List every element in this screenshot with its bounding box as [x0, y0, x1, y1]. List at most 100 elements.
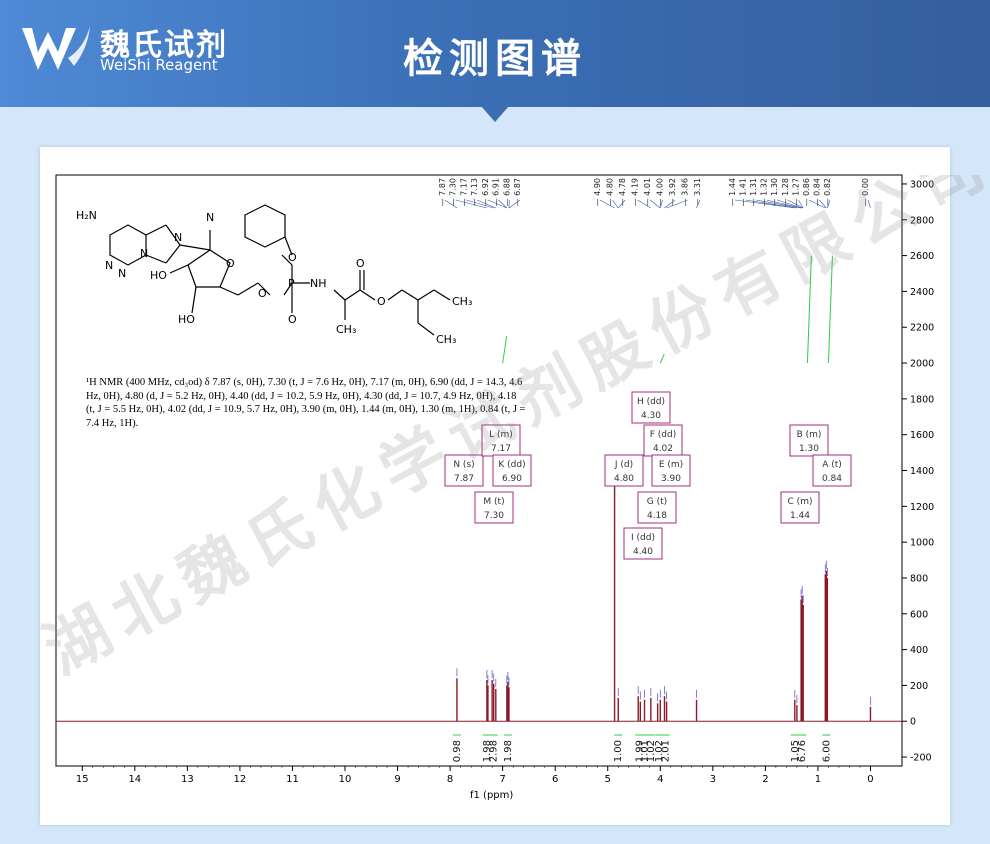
multiplet-value: 0.84 — [822, 474, 842, 484]
x-tick-label: 7 — [499, 774, 505, 785]
peak-shift-label: — 0.84 — [812, 178, 821, 206]
x-tick-label: 4 — [657, 774, 663, 785]
peak-shift-label: — 6.91 — [492, 178, 501, 206]
multiplet-value: 7.30 — [484, 511, 504, 521]
peak-shift-label: — 6.88 — [502, 178, 511, 206]
multiplet-box: B (m) 1.30 — [789, 424, 829, 457]
peak-shift-label: — 6.92 — [481, 178, 490, 206]
multiplet-box: A (t) 0.84 — [812, 454, 852, 487]
x-tick-label: 0 — [867, 774, 873, 785]
x-tick-label: 1 — [815, 774, 821, 785]
y-tick-label: 2400 — [910, 287, 934, 298]
x-tick-label: 9 — [394, 774, 400, 785]
integral-value: 2.01 — [661, 740, 672, 762]
multiplet-value: 1.44 — [790, 511, 810, 521]
x-tick-label: 12 — [234, 774, 247, 785]
x-tick-label: 10 — [339, 774, 352, 785]
multiplet-value: 4.80 — [614, 474, 634, 484]
multiplet-box: J (d) 4.80 — [604, 454, 644, 487]
multiplet-value: 1.30 — [799, 444, 819, 454]
multiplet-label: J (d) — [614, 460, 633, 470]
peak-shift-label: — 4.01 — [643, 178, 652, 206]
multiplet-box: N (s) 7.87 — [444, 454, 484, 487]
peak-shift-label: — 1.31 — [749, 178, 758, 206]
y-tick-label: 1000 — [910, 538, 934, 549]
multiplet-label: I (dd) — [631, 533, 655, 543]
peak-shift-label: — 1.41 — [739, 178, 748, 206]
peak-shift-label: — 1.32 — [760, 178, 769, 206]
y-tick-label: 0 — [910, 717, 916, 728]
y-tick-label: 2200 — [910, 323, 934, 334]
multiplet-value: 7.17 — [491, 444, 511, 454]
integral-value: 6.00 — [821, 740, 832, 762]
multiplet-box: H (dd) 4.30 — [631, 391, 671, 424]
multiplet-box: I (dd) 4.40 — [623, 527, 663, 560]
y-tick-label: 400 — [910, 645, 928, 656]
x-axis-label: f1 (ppm) — [470, 790, 513, 801]
multiplet-label: L (m) — [489, 430, 513, 440]
integral-value: 1.98 — [503, 740, 514, 762]
multiplet-label: A (t) — [822, 460, 842, 470]
multiplet-box: M (t) 7.30 — [474, 491, 514, 524]
multiplet-box: F (dd) 4.02 — [643, 424, 683, 457]
multiplet-label: M (t) — [483, 497, 504, 507]
y-tick-label: 2600 — [910, 251, 934, 262]
y-tick-label: 200 — [910, 681, 928, 692]
peak-shift-label: — 7.30 — [449, 178, 458, 206]
y-tick-label: 1800 — [910, 394, 934, 405]
peak-shift-label: — 3.31 — [693, 178, 702, 206]
y-tick-label: 2000 — [910, 359, 934, 370]
integral-value: 6.76 — [797, 740, 808, 762]
multiplet-label: F (dd) — [650, 430, 677, 440]
multiplet-value: 4.02 — [653, 444, 673, 454]
multiplet-label: H (dd) — [637, 397, 665, 407]
multiplet-box: C (m) 1.44 — [780, 491, 820, 524]
peak-shift-label: — 4.19 — [631, 178, 640, 206]
x-tick-label: 6 — [552, 774, 558, 785]
y-tick-label: 1200 — [910, 502, 934, 513]
y-tick-label: -200 — [910, 753, 932, 764]
multiplet-value: 4.18 — [647, 511, 667, 521]
integral-curve — [827, 255, 833, 364]
y-tick-label: 1400 — [910, 466, 934, 477]
integral-value: 0.98 — [452, 740, 463, 762]
peak-shift-label: — 7.13 — [470, 178, 479, 206]
y-tick-label: 1600 — [910, 430, 934, 441]
integral-curve — [659, 353, 665, 364]
multiplet-label: K (dd) — [498, 460, 525, 470]
peak-shift-label: — 4.90 — [593, 178, 602, 206]
multiplet-box: G (t) 4.18 — [637, 491, 677, 524]
multiplet-label: N (s) — [453, 460, 474, 470]
multiplet-value: 4.30 — [641, 411, 661, 421]
y-tick-label: 3000 — [910, 179, 934, 190]
x-tick-label: 8 — [447, 774, 453, 785]
multiplet-box: E (m) 3.90 — [651, 454, 691, 487]
x-tick-label: 13 — [181, 774, 194, 785]
multiplet-value: 3.90 — [661, 474, 681, 484]
y-tick-label: 2800 — [910, 215, 934, 226]
multiplet-label: E (m) — [659, 460, 683, 470]
x-tick-label: 5 — [605, 774, 611, 785]
x-tick-label: 2 — [762, 774, 768, 785]
peak-shift-label: — 1.28 — [781, 178, 790, 206]
x-tick-label: 11 — [286, 774, 299, 785]
multiplet-value: 6.90 — [502, 474, 522, 484]
y-tick-label: 800 — [910, 573, 928, 584]
multiplet-label: C (m) — [788, 497, 813, 507]
integral-value: 2.98 — [489, 740, 500, 762]
integral-value: 1.00 — [613, 740, 624, 762]
x-tick-label: 15 — [76, 774, 89, 785]
nmr-spectrum-chart: 15 14 13 12 11 10 9 8 7 6 5 4 3 2 1 0300028002600240022… — [55, 174, 934, 801]
multiplet-box: L (m) 7.17 — [481, 424, 521, 457]
peak-shift-label: — 0.86 — [802, 178, 811, 206]
peak-shift-label: — 4.00 — [656, 178, 665, 206]
y-tick-label: 600 — [910, 609, 928, 620]
multiplet-box: K (dd) 6.90 — [492, 454, 532, 487]
peak-shift-label: — 7.17 — [459, 178, 468, 206]
integral-curve — [806, 255, 812, 364]
integral-curve — [502, 336, 508, 364]
x-tick-label: 14 — [128, 774, 141, 785]
peak-shift-label: — 1.30 — [770, 178, 779, 206]
x-tick-label: 3 — [710, 774, 716, 785]
peak-shift-label: — 4.80 — [606, 178, 615, 206]
